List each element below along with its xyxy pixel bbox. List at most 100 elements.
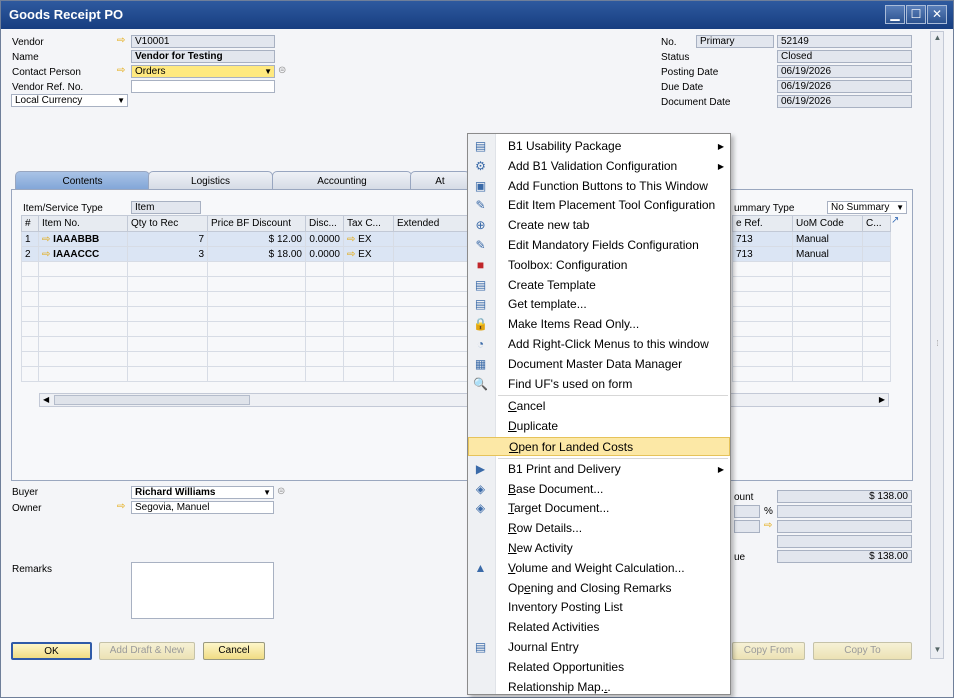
posting-date-field[interactable]: 06/19/2026 xyxy=(777,65,912,78)
link-arrow-icon[interactable]: ⇨ xyxy=(117,501,125,512)
column-header[interactable]: UoM Code xyxy=(792,215,863,232)
menu-item-related-activities[interactable]: Related Activities xyxy=(468,618,730,637)
tax-code-cell[interactable]: ⇨ EX xyxy=(343,231,394,247)
add-draft-new-button[interactable]: Add Draft & New xyxy=(99,642,195,660)
main-vertical-scrollbar[interactable]: ▲ ⁞ ▼ xyxy=(930,31,944,659)
link-arrow-icon[interactable]: ⇨ xyxy=(42,249,53,260)
table-row[interactable]: 1 ⇨ IAAABBB 7 $ 12.00 0.0000 ⇨ EX xyxy=(21,231,470,247)
menu-item-document-master-data-manager[interactable]: ▦ Document Master Data Manager xyxy=(468,355,730,374)
discount-cell[interactable]: 0.0000 xyxy=(305,246,344,262)
ok-button[interactable]: OK xyxy=(11,642,92,660)
link-arrow-icon[interactable]: ⇨ xyxy=(347,249,358,260)
scroll-grip-icon[interactable]: ⁞ xyxy=(932,339,943,351)
table-row[interactable] xyxy=(732,261,891,277)
discount-amount-field[interactable] xyxy=(777,505,912,518)
menu-item-base-document[interactable]: ◈ Base Document... xyxy=(468,480,730,499)
column-header[interactable]: C... xyxy=(862,215,891,232)
info-icon[interactable]: ⊜ xyxy=(278,65,286,76)
copy-from-button[interactable]: Copy From xyxy=(732,642,805,660)
table-row[interactable]: 713 Manual xyxy=(732,246,891,262)
column-header[interactable]: e Ref. xyxy=(732,215,793,232)
scroll-thumb[interactable] xyxy=(54,395,250,405)
due-date-field[interactable]: 06/19/2026 xyxy=(777,80,912,93)
menu-item-make-items-read-only[interactable]: 🔒 Make Items Read Only... xyxy=(468,315,730,334)
tab-attachments[interactable]: At xyxy=(410,171,470,191)
qty-cell[interactable]: 7 xyxy=(127,231,208,247)
freight-input[interactable] xyxy=(734,520,760,533)
column-header[interactable]: Item No. xyxy=(38,215,128,232)
price-cell[interactable]: $ 18.00 xyxy=(207,246,306,262)
table-row[interactable] xyxy=(732,336,891,352)
menu-item-inventory-posting-list[interactable]: Inventory Posting List xyxy=(468,598,730,617)
link-arrow-icon[interactable]: ⇨ xyxy=(42,234,53,245)
tab-contents[interactable]: Contents xyxy=(15,171,150,191)
scroll-down-icon[interactable]: ▼ xyxy=(932,645,943,657)
column-header[interactable]: Tax C... xyxy=(343,215,394,232)
menu-item-related-opportunities[interactable]: Related Opportunities xyxy=(468,658,730,677)
base-ref-cell[interactable]: 713 xyxy=(732,246,793,262)
menu-item-create-new-tab[interactable]: ⊕ Create new tab xyxy=(468,216,730,235)
table-row[interactable] xyxy=(732,306,891,322)
base-ref-cell[interactable]: 713 xyxy=(732,231,793,247)
expand-icon[interactable]: ↗ xyxy=(891,215,899,226)
freight-field[interactable] xyxy=(777,520,912,533)
title-bar[interactable]: Goods Receipt PO ▁ ☐ ✕ xyxy=(1,1,953,29)
name-field[interactable]: Vendor for Testing xyxy=(131,50,275,63)
series-dropdown[interactable]: Primary xyxy=(696,35,774,48)
menu-item-b1-usability-package[interactable]: ▤ B1 Usability Package ▶ xyxy=(468,137,730,156)
menu-item-find-uf-s-used-on-form[interactable]: 🔍 Find UF's used on form xyxy=(468,375,730,394)
menu-item-add-b1-validation-configuration[interactable]: ⚙ Add B1 Validation Configuration ▶ xyxy=(468,157,730,176)
column-header[interactable]: Disc... xyxy=(305,215,344,232)
table-row[interactable] xyxy=(21,366,470,382)
extended-cell[interactable] xyxy=(393,231,470,247)
item-number-cell[interactable]: ⇨ IAAACCC xyxy=(38,246,128,262)
qty-cell[interactable]: 3 xyxy=(127,246,208,262)
owner-field[interactable]: Segovia, Manuel xyxy=(131,501,274,514)
minimize-icon[interactable]: ▁ xyxy=(885,5,905,24)
c-cell[interactable] xyxy=(862,231,891,247)
tab-accounting[interactable]: Accounting xyxy=(272,171,412,191)
table-row[interactable] xyxy=(732,366,891,382)
scroll-up-icon[interactable]: ▲ xyxy=(932,33,943,45)
scroll-left-icon[interactable]: ◀ xyxy=(43,395,49,404)
uom-cell[interactable]: Manual xyxy=(792,231,863,247)
item-service-type-field[interactable]: Item xyxy=(131,201,201,214)
link-arrow-icon[interactable]: ⇨ xyxy=(117,35,125,46)
menu-item-cancel[interactable]: Cancel xyxy=(468,397,730,416)
item-number-cell[interactable]: ⇨ IAAABBB xyxy=(38,231,128,247)
tab-logistics[interactable]: Logistics xyxy=(148,171,273,191)
price-cell[interactable]: $ 12.00 xyxy=(207,231,306,247)
table-row[interactable] xyxy=(732,276,891,292)
copy-to-button[interactable]: Copy To xyxy=(813,642,912,660)
link-arrow-icon[interactable]: ⇨ xyxy=(117,65,125,76)
menu-item-b1-print-and-delivery[interactable]: ▶ B1 Print and Delivery ▶ xyxy=(468,460,730,479)
menu-item-get-template[interactable]: ▤ Get template... xyxy=(468,295,730,314)
remarks-textarea[interactable] xyxy=(131,562,274,619)
vendor-field[interactable]: V10001 xyxy=(131,35,275,48)
extended-cell[interactable] xyxy=(393,246,470,262)
table-row[interactable] xyxy=(21,276,470,292)
uom-cell[interactable]: Manual xyxy=(792,246,863,262)
table-row[interactable]: 2 ⇨ IAAACCC 3 $ 18.00 0.0000 ⇨ EX xyxy=(21,246,470,262)
buyer-dropdown[interactable]: Richard Williams ▼ xyxy=(131,486,274,499)
column-header[interactable]: # xyxy=(21,215,39,232)
menu-item-add-right-click-menus-to-this-window[interactable]: ◔ Add Right-Click Menus to this window xyxy=(468,335,730,354)
table-row[interactable] xyxy=(21,336,470,352)
info-icon[interactable]: ⊜ xyxy=(277,486,285,497)
column-header[interactable]: Price BF Discount xyxy=(207,215,306,232)
column-header[interactable]: Extended xyxy=(393,215,470,232)
menu-item-edit-item-placement-tool-configuration[interactable]: ✎ Edit Item Placement Tool Configuration xyxy=(468,196,730,215)
menu-item-journal-entry[interactable]: ▤ Journal Entry xyxy=(468,638,730,657)
table-row[interactable] xyxy=(732,321,891,337)
table-row[interactable] xyxy=(732,351,891,367)
vendor-ref-input[interactable] xyxy=(131,80,275,93)
summary-type-dropdown[interactable]: No Summary ▼ xyxy=(827,201,907,214)
menu-item-relationship-map[interactable]: Relationship Map... xyxy=(468,678,730,697)
tax-code-cell[interactable]: ⇨ EX xyxy=(343,246,394,262)
cancel-button[interactable]: Cancel xyxy=(203,642,265,660)
discount-percent-input[interactable] xyxy=(734,505,760,518)
column-header[interactable]: Qty to Rec xyxy=(127,215,208,232)
menu-item-opening-and-closing-remarks[interactable]: Opening and Closing Remarks xyxy=(468,579,730,598)
menu-item-edit-mandatory-fields-configuration[interactable]: ✎ Edit Mandatory Fields Configuration xyxy=(468,236,730,255)
link-arrow-icon[interactable]: ⇨ xyxy=(764,520,772,531)
